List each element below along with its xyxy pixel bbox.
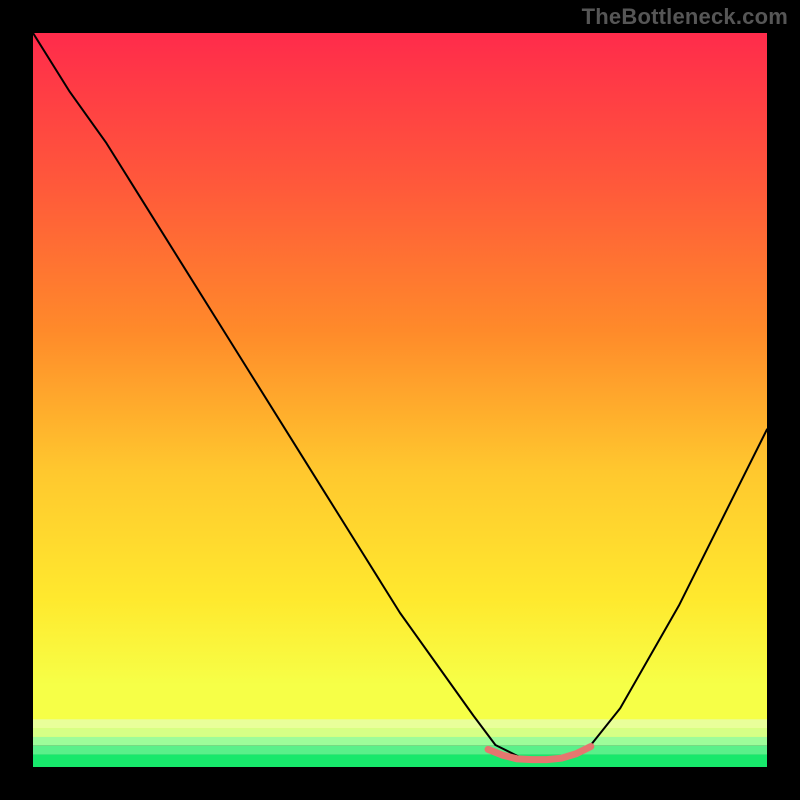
plot-area (33, 33, 767, 767)
bottom-band (33, 728, 767, 737)
chart-background (33, 33, 767, 741)
chart-svg (33, 33, 767, 767)
bottom-band (33, 737, 767, 746)
bottom-band (33, 746, 767, 755)
chart-frame: TheBottleneck.com (0, 0, 800, 800)
watermark-text: TheBottleneck.com (582, 4, 788, 30)
bottom-band (33, 719, 767, 728)
bottom-band (33, 755, 767, 767)
